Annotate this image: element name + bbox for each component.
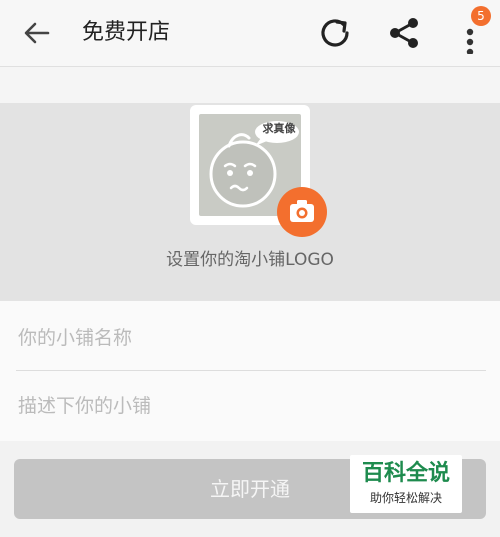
top-app-bar: 免费开店 5 [0, 0, 500, 67]
speech-bubble-text: 求真像 [262, 122, 296, 135]
camera-icon [290, 200, 314, 222]
back-button[interactable] [20, 16, 54, 50]
header-spacer [0, 67, 500, 103]
field-divider [16, 370, 486, 371]
watermark-title: 百科全说 [361, 461, 450, 486]
arrow-left-icon [24, 22, 50, 44]
watermark-logo: 百科全说 助你轻松解决 [350, 455, 462, 513]
upload-logo-button[interactable] [277, 187, 327, 237]
notification-badge: 5 [471, 6, 491, 26]
page-title: 免费开店 [82, 20, 171, 45]
share-icon [390, 18, 418, 48]
watermark-subtitle: 助你轻松解决 [369, 491, 442, 505]
share-button[interactable] [385, 14, 423, 52]
shop-description-input[interactable] [16, 385, 490, 427]
shop-name-input[interactable] [16, 317, 490, 359]
refresh-icon [321, 19, 349, 47]
refresh-button[interactable] [316, 14, 354, 52]
shop-info-form [0, 301, 500, 441]
logo-hint-text: 设置你的淘小铺LOGO [166, 250, 334, 270]
logo-upload-section: 求真像 设置你的淘小铺LOGO [0, 103, 500, 301]
